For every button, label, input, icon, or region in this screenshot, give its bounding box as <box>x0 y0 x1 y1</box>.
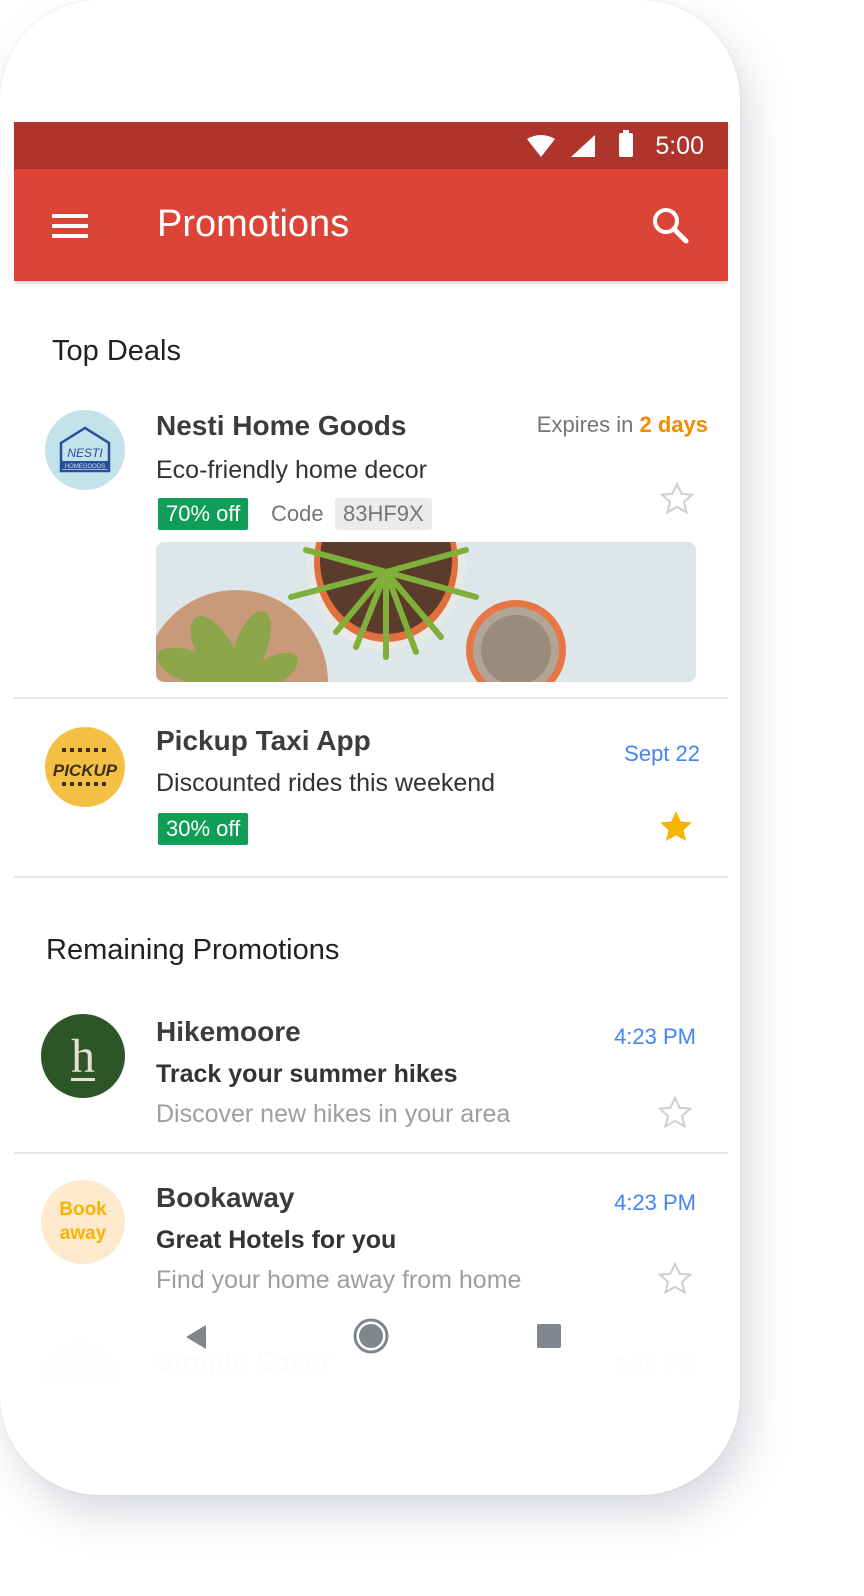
system-nav-bar <box>14 1297 728 1384</box>
page-title: Promotions <box>157 203 350 245</box>
status-time: 5:00 <box>655 132 704 160</box>
phone-frame: 5:00 Promotions Top Deals NESTI HOMEGOOD… <box>0 0 740 1495</box>
back-icon[interactable] <box>184 1323 208 1351</box>
time-label: 4:23 PM <box>614 1024 696 1049</box>
home-icon[interactable] <box>352 1317 390 1355</box>
plants-image <box>156 542 696 682</box>
sender-name: Nesti Home Goods <box>156 410 407 441</box>
expires-label: Expires in 2 days <box>537 412 708 438</box>
promo-row-pickup[interactable]: PICKUP Pickup Taxi App Sept 22 Discounte… <box>14 699 728 875</box>
bookaway-logo-text-1: Book <box>59 1199 107 1220</box>
recents-icon[interactable] <box>536 1323 562 1349</box>
expires-highlight: 2 days <box>639 412 709 437</box>
star-outline-icon[interactable] <box>656 1260 694 1298</box>
promo-row-bookaway[interactable]: Book away Bookaway 4:23 PM Great Hotels … <box>14 1154 728 1304</box>
section-title-top-deals: Top Deals <box>52 335 181 367</box>
svg-text:PICKUP: PICKUP <box>53 761 118 780</box>
subject: Track your summer hikes <box>156 1060 458 1088</box>
subject: Great Hotels for you <box>156 1226 397 1254</box>
star-outline-icon[interactable] <box>658 480 696 518</box>
screen: 5:00 Promotions Top Deals NESTI HOMEGOOD… <box>14 122 728 1384</box>
hikemoore-logo-letter: h <box>71 1029 95 1083</box>
promo-row-hikemoore[interactable]: h Hikemoore 4:23 PM Track your summer hi… <box>14 1002 728 1152</box>
nesti-logo-icon: NESTI HOMEGOODS <box>59 426 111 473</box>
star-filled-icon[interactable] <box>656 807 696 847</box>
section-title-remaining: Remaining Promotions <box>46 934 340 966</box>
expires-prefix: Expires in <box>536 412 640 437</box>
sender-name: Hikemoore <box>156 1016 301 1047</box>
discount-badge: 70% off <box>158 498 249 530</box>
svg-text:HOMEGOODS: HOMEGOODS <box>65 464 105 470</box>
time-label: 4:23 PM <box>614 1190 696 1215</box>
star-outline-icon[interactable] <box>656 1094 694 1132</box>
sender-name: Bookaway <box>156 1182 295 1213</box>
snippet: Find your home away from home <box>156 1266 522 1294</box>
discount-badge: 30% off <box>158 813 249 845</box>
svg-text:NESTI: NESTI <box>67 446 103 460</box>
date-label: Sept 22 <box>624 741 700 766</box>
status-bar: 5:00 <box>14 122 728 169</box>
promo-image-succulents[interactable] <box>156 542 696 682</box>
divider <box>14 876 728 878</box>
code-label: Code <box>271 501 324 526</box>
avatar-pickup: PICKUP <box>45 727 125 807</box>
subject: Eco-friendly home decor <box>156 456 427 484</box>
bookaway-logo-text-2: away <box>59 1223 107 1244</box>
cell-signal-icon <box>571 135 595 157</box>
avatar-bookaway: Book away <box>41 1180 125 1264</box>
app-bar: Promotions <box>14 169 728 281</box>
search-icon[interactable] <box>652 207 690 245</box>
avatar-nesti: NESTI HOMEGOODS <box>45 410 125 490</box>
hamburger-menu-icon[interactable] <box>52 214 88 238</box>
subject: Discounted rides this weekend <box>156 769 496 797</box>
snippet: Discover new hikes in your area <box>156 1100 511 1128</box>
sender-name: Pickup Taxi App <box>156 725 371 756</box>
pickup-logo-icon: PICKUP <box>53 748 118 786</box>
battery-icon <box>619 130 633 157</box>
wifi-icon <box>527 135 555 157</box>
avatar-hikemoore: h <box>41 1014 125 1098</box>
promo-code[interactable]: 83HF9X <box>335 498 432 530</box>
